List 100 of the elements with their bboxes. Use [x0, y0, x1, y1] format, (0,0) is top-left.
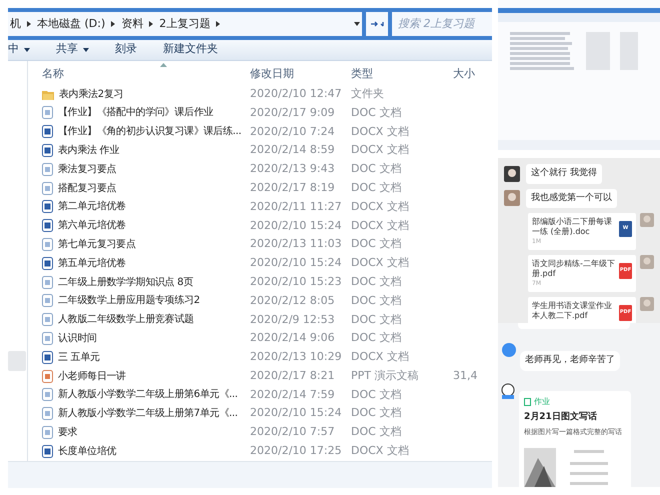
file-row[interactable]: 表内乘法 作业 2020/2/14 8:59 DOCX 文档: [28, 141, 492, 160]
file-name: 【作业】《角的初步认识复习课》课后练...: [58, 124, 242, 140]
chevron-icon: [149, 20, 154, 27]
document-icon: [42, 238, 53, 252]
type-cell-text: DOCX 文档: [351, 349, 410, 366]
date-cell-text: 2020/2/10 15:23: [250, 274, 343, 290]
breadcrumb-item[interactable]: 2上复习题: [159, 16, 210, 32]
file-row[interactable]: 人教版二年级数学上册竞赛试题 2020/2/9 12:53 DOC 文档: [28, 310, 492, 330]
toolbar-button[interactable]: 新建文件夹: [163, 41, 218, 58]
date-cell-text: 2020/2/11 11:27: [250, 198, 343, 215]
file-name: 第六单元培优卷: [58, 218, 126, 234]
document-icon: [42, 426, 53, 440]
avatar[interactable]: [504, 166, 520, 182]
type-cell-text: DOC 文档: [351, 236, 402, 252]
type-cell-text: DOC 文档: [351, 104, 402, 121]
file-row[interactable]: 【作业】《搭配中的学问》课后作业 2020/2/17 9:09 DOC 文档: [28, 104, 492, 122]
file-row[interactable]: 要求 2020/2/10 7:57 DOC 文档: [28, 423, 492, 442]
file-row[interactable]: 三 五单元 2020/2/13 10:29 DOCX 文档: [28, 348, 492, 367]
refresh-icon: [370, 20, 384, 28]
document-icon: [42, 162, 53, 176]
folder-icon: [42, 88, 54, 100]
type-cell-text: DOCX 文档: [351, 142, 410, 158]
file-row[interactable]: 第六单元培优卷 2020/2/10 15:24 DOCX 文档: [28, 216, 492, 236]
file-row[interactable]: 长度单位培优 2020/2/10 17:25 DOCX 文档: [28, 442, 492, 461]
address-bar[interactable]: 机 本地磁盘 (D:) 资料 2上复习题: [8, 12, 362, 36]
file-row[interactable]: 二年级上册数学学期知识点 8页 2020/2/10 15:23 DOC 文档: [28, 272, 492, 292]
type-cell-text: DOC 文档: [351, 330, 402, 346]
card-tag: 作业: [534, 396, 550, 408]
date-cell-text: 2020/2/14 7:59: [250, 386, 336, 403]
file-name: 认识时间: [58, 332, 97, 346]
file-row[interactable]: 小老师每日一讲 2020/2/17 8:21 PPT 演示文稿 31,4: [28, 366, 492, 386]
document-icon: [42, 276, 53, 289]
column-header[interactable]: 修改日期: [250, 66, 351, 83]
date-cell-text: 2020/2/10 15:24: [250, 405, 343, 422]
breadcrumb-item[interactable]: 本地磁盘 (D:): [37, 16, 106, 32]
document-icon: [42, 313, 53, 326]
date-cell-text: 2020/2/10 15:24: [250, 218, 343, 234]
file-row[interactable]: 乘法复习要点 2020/2/13 9:43 DOC 文档: [28, 160, 492, 179]
type-cell-text: 文件夹: [351, 86, 385, 102]
type-cell-text: DOCX 文档: [351, 255, 410, 272]
date-cell-text: 2020/2/14 9:06: [250, 330, 336, 346]
type-cell-text: DOC 文档: [351, 405, 402, 422]
file-name: 表内乘法 作业: [58, 144, 120, 158]
file-row[interactable]: 新人教版小学数学二年级上册第7单元《... 2020/2/10 15:24 DOC 文档: [28, 404, 492, 424]
file-row[interactable]: 搭配复习要点 2020/2/17 8:19 DOC 文档: [28, 178, 492, 198]
date-cell-text: 2020/2/17 9:09: [250, 104, 336, 121]
assignment-icon: [524, 398, 531, 406]
file-name: 新人教版小学数学二年级上册第6单元《...: [58, 388, 238, 402]
avatar[interactable]: [501, 382, 515, 398]
search-field[interactable]: 搜索 2上复习题: [392, 12, 492, 36]
breadcrumb-item[interactable]: 资料: [121, 16, 144, 32]
breadcrumb-item[interactable]: 机: [10, 16, 21, 32]
dropdown-icon[interactable]: [354, 22, 360, 26]
file-row[interactable]: 表内乘法2复习 2020/2/10 12:47 文件夹: [28, 84, 492, 104]
date-cell-text: 2020/2/10 12:47: [250, 86, 343, 102]
date-cell-text: 2020/2/13 10:29: [250, 349, 343, 366]
date-cell-text: 2020/2/9 12:53: [250, 312, 336, 328]
type-cell-text: DOCX 文档: [351, 198, 410, 215]
document-icon: [42, 256, 53, 270]
document-icon: [42, 294, 53, 308]
column-header[interactable]: 大小: [453, 66, 492, 83]
date-cell-text: 2020/2/13 9:43: [250, 161, 336, 178]
file-row[interactable]: 第七单元复习要点 2020/2/13 11:03 DOC 文档: [28, 235, 492, 254]
date-cell-text: 2020/2/10 7:24: [250, 124, 336, 140]
document-icon: [42, 182, 53, 195]
document-icon: [42, 125, 53, 138]
date-cell-text: 2020/2/10 17:25: [250, 443, 343, 460]
file-name: 二年级上册数学学期知识点 8页: [58, 276, 194, 290]
file-row[interactable]: 第二单元培优卷 2020/2/11 11:27 DOCX 文档: [28, 198, 492, 216]
document-icon: [42, 219, 53, 232]
type-cell-text: DOC 文档: [351, 161, 402, 178]
document-icon: [42, 407, 53, 420]
type-cell-text: DOC 文档: [351, 292, 402, 309]
toolbar-button[interactable]: 共享: [56, 41, 89, 58]
date-cell-text: 2020/2/17 8:21: [250, 368, 336, 384]
refresh-button[interactable]: [366, 12, 388, 36]
toolbar-button[interactable]: 刻录: [115, 41, 137, 58]
file-name: 第二单元培优卷: [58, 200, 126, 214]
file-name: 语文同步精练-二年级下册.pdf: [532, 259, 616, 279]
file-row[interactable]: 【作业】《角的初步认识复习课》课后练... 2020/2/10 7:24 DOCX 文档: [28, 122, 492, 142]
file-name: 表内乘法2复习: [59, 88, 124, 102]
file-row[interactable]: 新人教版小学数学二年级上册第6单元《... 2020/2/14 7:59 DOC 文档: [28, 386, 492, 404]
document-icon: [42, 200, 53, 214]
toolbar-button[interactable]: 中: [8, 41, 30, 58]
column-header[interactable]: 类型: [351, 66, 453, 83]
column-header[interactable]: 名称: [28, 66, 250, 83]
file-name: 第五单元培优卷: [58, 256, 126, 271]
date-cell-text: 2020/2/13 11:03: [250, 236, 343, 252]
file-name: 学生用书语文课堂作业本人教二下.pdf: [532, 301, 613, 321]
type-cell-text: DOC 文档: [351, 274, 402, 290]
file-row[interactable]: 第五单元培优卷 2020/2/10 15:24 DOCX 文档: [28, 254, 492, 273]
type-cell-text: DOC 文档: [351, 312, 402, 328]
file-row[interactable]: 二年级数学上册应用题专项练习2 2020/2/12 8:05 DOC 文档: [28, 292, 492, 310]
type-cell-text: DOCX 文档: [351, 124, 410, 140]
message-bubble: 我也感觉第一个可以: [526, 188, 617, 208]
scroll-thumb[interactable]: [8, 350, 26, 371]
date-cell-text: 2020/2/10 15:24: [250, 255, 343, 272]
dropdown-icon: [24, 48, 30, 52]
file-name: 二年级数学上册应用题专项练习2: [58, 294, 200, 308]
file-row[interactable]: 认识时间 2020/2/14 9:06 DOC 文档: [28, 329, 492, 348]
